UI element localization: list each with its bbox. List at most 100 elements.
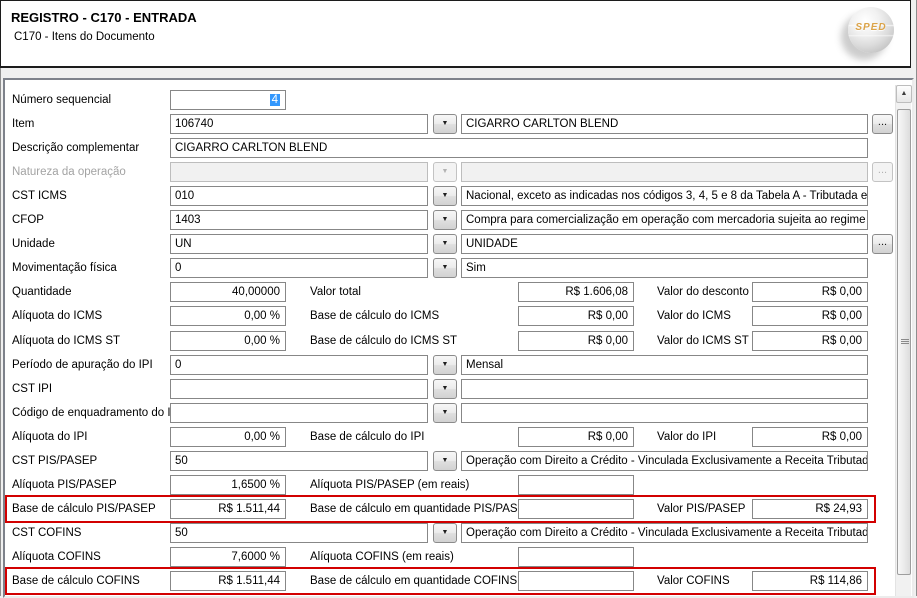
window-left-border <box>0 0 1 596</box>
numero-sequencial-input[interactable]: 4 <box>170 90 286 110</box>
valor-do-icms-input[interactable]: R$ 0,00 <box>752 306 868 326</box>
cst-cofins-description[interactable]: Operação com Direito a Crédito - Vincula… <box>461 523 868 543</box>
numero-sequencial-label: Número sequencial <box>12 93 111 107</box>
periodo-de-apuracao-do-ipi-dropdown-button[interactable]: ▼ <box>433 355 457 375</box>
chevron-down-icon: ▼ <box>434 380 456 398</box>
item-description[interactable]: CIGARRO CARLTON BLEND <box>461 114 868 134</box>
base-de-calculo-cofins-input[interactable]: R$ 1.511,44 <box>170 571 286 591</box>
codigo-de-enquadramento-do-ipi-description[interactable] <box>461 403 868 423</box>
base-de-calculo-do-icms-st-label: Base de cálculo do ICMS ST <box>310 334 457 348</box>
chevron-up-icon: ▲ <box>897 86 911 102</box>
aliquota-do-ipi-label: Alíquota do IPI <box>12 430 87 444</box>
base-de-calculo-em-quantidade-cofins-input[interactable] <box>518 571 634 591</box>
periodo-de-apuracao-do-ipi-label: Período de apuração do IPI <box>12 358 153 372</box>
header: REGISTRO - C170 - ENTRADA C170 - Itens d… <box>0 0 911 68</box>
page-subtitle: C170 - Itens do Documento <box>14 31 155 43</box>
cst-icms-dropdown-button[interactable]: ▼ <box>433 186 457 206</box>
sped-logo-icon: SPED <box>848 7 894 53</box>
cst-ipi-input[interactable] <box>170 379 428 399</box>
valor-do-ipi-input[interactable]: R$ 0,00 <box>752 427 868 447</box>
valor-pis-pasep-input[interactable]: R$ 24,93 <box>752 499 868 519</box>
item-dropdown-button[interactable]: ▼ <box>433 114 457 134</box>
cfop-description[interactable]: Compra para comercialização em operação … <box>461 210 868 230</box>
quantidade-input[interactable]: 40,00000 <box>170 282 286 302</box>
aliquota-do-icms-st-input[interactable]: 0,00 % <box>170 331 286 351</box>
codigo-de-enquadramento-do-ipi-dropdown-button[interactable]: ▼ <box>433 403 457 423</box>
vertical-scrollbar[interactable]: ▲ <box>895 85 911 596</box>
base-de-calculo-pis-pasep-label: Base de cálculo PIS/PASEP <box>12 502 156 516</box>
descricao-complementar-input[interactable]: CIGARRO CARLTON BLEND <box>170 138 868 158</box>
movimentacao-fisica-label: Movimentação física <box>12 261 117 275</box>
movimentacao-fisica-input[interactable]: 0 <box>170 258 428 278</box>
cst-pis-pasep-input[interactable]: 50 <box>170 451 428 471</box>
movimentacao-fisica-description[interactable]: Sim <box>461 258 868 278</box>
valor-cofins-input[interactable]: R$ 114,86 <box>752 571 868 591</box>
logo-text: SPED <box>848 22 894 33</box>
page-title: REGISTRO - C170 - ENTRADA <box>11 10 197 25</box>
unidade-dropdown-button[interactable]: ▼ <box>433 234 457 254</box>
ellipsis-icon: ... <box>873 235 892 249</box>
quantidade-label: Quantidade <box>12 285 71 299</box>
cst-icms-description[interactable]: Nacional, exceto as indicadas nos código… <box>461 186 868 206</box>
item-label: Item <box>12 117 34 131</box>
chevron-down-icon: ▼ <box>434 356 456 374</box>
base-de-calculo-em-quantidade-pis-pasep-input[interactable] <box>518 499 634 519</box>
base-de-calculo-em-quantidade-pis-pasep-label: Base de cálculo em quantidade PIS/PASEP <box>310 502 533 516</box>
cfop-dropdown-button[interactable]: ▼ <box>433 210 457 230</box>
unidade-input[interactable]: UN <box>170 234 428 254</box>
natureza-da-operacao-input <box>170 162 428 182</box>
aliquota-do-ipi-input[interactable]: 0,00 % <box>170 427 286 447</box>
cst-ipi-label: CST IPI <box>12 382 52 396</box>
cst-ipi-dropdown-button[interactable]: ▼ <box>433 379 457 399</box>
valor-do-desconto-label: Valor do desconto <box>657 285 749 299</box>
valor-do-icms-st-input[interactable]: R$ 0,00 <box>752 331 868 351</box>
base-de-calculo-do-ipi-label: Base de cálculo do IPI <box>310 430 424 444</box>
base-de-calculo-do-ipi-input[interactable]: R$ 0,00 <box>518 427 634 447</box>
codigo-de-enquadramento-do-ipi-input[interactable] <box>170 403 428 423</box>
cst-pis-pasep-label: CST PIS/PASEP <box>12 454 97 468</box>
cst-icms-label: CST ICMS <box>12 189 67 203</box>
scrollbar-thumb[interactable] <box>897 109 911 575</box>
cst-icms-input[interactable]: 010 <box>170 186 428 206</box>
aliquota-pis-pasep-em-reais-input[interactable] <box>518 475 634 495</box>
window: { "window": { "title": "REGISTRO - C170 … <box>0 0 917 596</box>
base-de-calculo-pis-pasep-input[interactable]: R$ 1.511,44 <box>170 499 286 519</box>
cst-pis-pasep-dropdown-button[interactable]: ▼ <box>433 451 457 471</box>
aliquota-cofins-em-reais-input[interactable] <box>518 547 634 567</box>
base-de-calculo-do-icms-label: Base de cálculo do ICMS <box>310 309 439 323</box>
chevron-down-icon: ▼ <box>434 452 456 470</box>
descricao-complementar-label: Descrição complementar <box>12 141 139 155</box>
item-input[interactable]: 106740 <box>170 114 428 134</box>
periodo-de-apuracao-do-ipi-description[interactable]: Mensal <box>461 355 868 375</box>
base-de-calculo-do-icms-input[interactable]: R$ 0,00 <box>518 306 634 326</box>
aliquota-pis-pasep-input[interactable]: 1,6500 % <box>170 475 286 495</box>
cst-cofins-input[interactable]: 50 <box>170 523 428 543</box>
valor-total-label: Valor total <box>310 285 361 299</box>
chevron-down-icon: ▼ <box>434 235 456 253</box>
aliquota-cofins-input[interactable]: 7,6000 % <box>170 547 286 567</box>
selected-text: 4 <box>270 94 280 106</box>
unidade-label: Unidade <box>12 237 55 251</box>
cst-cofins-dropdown-button[interactable]: ▼ <box>433 523 457 543</box>
chevron-down-icon: ▼ <box>434 404 456 422</box>
cst-cofins-label: CST COFINS <box>12 526 81 540</box>
aliquota-do-icms-label: Alíquota do ICMS <box>12 309 102 323</box>
periodo-de-apuracao-do-ipi-input[interactable]: 0 <box>170 355 428 375</box>
aliquota-do-icms-input[interactable]: 0,00 % <box>170 306 286 326</box>
unidade-description[interactable]: UNIDADE <box>461 234 868 254</box>
chevron-down-icon: ▼ <box>434 115 456 133</box>
cst-pis-pasep-description[interactable]: Operação com Direito a Crédito - Vincula… <box>461 451 868 471</box>
valor-do-desconto-input[interactable]: R$ 0,00 <box>752 282 868 302</box>
valor-total-input[interactable]: R$ 1.606,08 <box>518 282 634 302</box>
item-browse-button[interactable]: ... <box>872 114 893 134</box>
chevron-down-icon: ▼ <box>434 187 456 205</box>
cfop-input[interactable]: 1403 <box>170 210 428 230</box>
movimentacao-fisica-dropdown-button[interactable]: ▼ <box>433 258 457 278</box>
scroll-up-button[interactable]: ▲ <box>896 85 912 103</box>
valor-do-ipi-label: Valor do IPI <box>657 430 716 444</box>
base-de-calculo-do-icms-st-input[interactable]: R$ 0,00 <box>518 331 634 351</box>
form-panel: Número sequencial 4 Item 106740 ▼ CIGARRO CAR… <box>3 78 914 598</box>
natureza-da-operacao-description <box>461 162 868 182</box>
unidade-browse-button[interactable]: ... <box>872 234 893 254</box>
cst-ipi-description[interactable] <box>461 379 868 399</box>
